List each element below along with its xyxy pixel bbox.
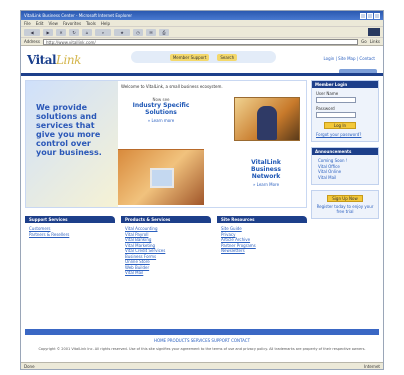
- password-label: Password: [316, 106, 335, 111]
- section-site-resources: Site Resources Site Guide Privacy Articl…: [217, 216, 307, 276]
- home-button[interactable]: ⌂: [82, 28, 92, 36]
- promo1-learn-more[interactable]: » Learn more: [126, 118, 196, 123]
- refresh-button[interactable]: ↻: [69, 28, 79, 36]
- menu-edit[interactable]: Edit: [36, 21, 44, 26]
- footer-copyright: Copyright © 2001 VitalLink Inc. All righ…: [38, 347, 366, 351]
- address-input[interactable]: http://www.vitallink.com/: [42, 38, 359, 45]
- header-links[interactable]: Login | Site Map | Contact: [323, 56, 375, 61]
- list-item[interactable]: Newsletters: [221, 248, 307, 254]
- hero-left-panel: We provide solutions and services that g…: [26, 81, 118, 207]
- header-nav-pill: Member Support Search: [131, 51, 276, 63]
- list-item[interactable]: Vital Mail: [318, 175, 374, 181]
- right-column: Member Login User Name Password Log In F…: [311, 80, 379, 276]
- hero-intro: Welcome to VitalLink, a small business e…: [121, 84, 223, 89]
- hero-right-panel: Welcome to VitalLink, a small business e…: [118, 81, 306, 207]
- search-button-site[interactable]: Search: [217, 53, 238, 61]
- menu-bar: File Edit View Favorites Tools Help: [21, 20, 383, 27]
- stop-button[interactable]: ✕: [56, 28, 66, 36]
- section-title: Site Resources: [217, 216, 307, 223]
- forgot-password-link[interactable]: Forgot your password?: [312, 129, 378, 137]
- menu-view[interactable]: View: [48, 21, 58, 26]
- link-sections: Support Services Customers Partners & Re…: [25, 216, 307, 276]
- search-button[interactable]: ⌕: [95, 28, 111, 36]
- minimize-button[interactable]: [360, 12, 366, 19]
- list-item[interactable]: Partners & Resellers: [29, 232, 115, 238]
- main-column: We provide solutions and services that g…: [25, 80, 307, 276]
- hero-banner: We provide solutions and services that g…: [25, 80, 307, 208]
- computer-photo: [118, 149, 204, 205]
- window-title: VitalLink Business Center - Microsoft In…: [24, 13, 132, 18]
- status-text: Done: [24, 363, 35, 369]
- address-label: Address: [24, 39, 40, 44]
- header-tab: [339, 69, 377, 73]
- person-figure: [257, 106, 277, 140]
- hero-headline: We provide solutions and services that g…: [36, 103, 102, 157]
- promo1-title: Industry Specific Solutions: [132, 102, 190, 116]
- login-button[interactable]: Log In: [324, 122, 356, 129]
- footer-bar: [25, 329, 379, 335]
- page-content: We provide solutions and services that g…: [21, 76, 383, 276]
- address-bar: Address http://www.vitallink.com/ Go Lin…: [21, 38, 383, 46]
- logo-accent: Link: [56, 52, 81, 67]
- browser-toolbar: ◀ ▶ ✕ ↻ ⌂ ⌕ ★ ◷ ✉ ⎙: [21, 27, 383, 38]
- history-button[interactable]: ◷: [133, 28, 143, 36]
- footer-links[interactable]: HOME PRODUCTS SERVICES SUPPORT CONTACT: [21, 338, 383, 343]
- member-support-button[interactable]: Member Support: [169, 53, 210, 61]
- promo-industry-solutions[interactable]: Now see Industry Specific Solutions » Le…: [126, 97, 196, 123]
- browser-logo-icon: [368, 28, 380, 36]
- site-footer: HOME PRODUCTS SERVICES SUPPORT CONTACT C…: [21, 329, 383, 352]
- login-title: Member Login: [312, 81, 378, 88]
- browser-window: VitalLink Business Center - Microsoft In…: [20, 10, 384, 370]
- menu-file[interactable]: File: [24, 21, 31, 26]
- username-label: User Name: [316, 91, 339, 96]
- password-input[interactable]: [316, 112, 356, 118]
- login-panel: Member Login User Name Password Log In F…: [311, 80, 379, 142]
- promo2-learn-more[interactable]: » Learn More: [236, 182, 296, 187]
- signup-text[interactable]: Register today to enjoy your free trial: [316, 204, 374, 214]
- monitor-figure: [150, 168, 174, 188]
- print-button[interactable]: ⎙: [159, 28, 169, 36]
- favorites-button[interactable]: ★: [114, 28, 130, 36]
- announcements-title: Announcements: [312, 148, 378, 155]
- section-products-services: Products & Services Vital Accounting Vit…: [121, 216, 211, 276]
- vitallink-logo[interactable]: VitalLink: [27, 53, 81, 67]
- go-button[interactable]: Go: [361, 39, 367, 44]
- logo-main: Vital: [27, 52, 57, 67]
- status-zone: Internet: [364, 363, 380, 369]
- status-bar: Done Internet: [21, 362, 383, 369]
- signup-button[interactable]: Sign Up Now: [327, 195, 363, 202]
- mail-button[interactable]: ✉: [146, 28, 156, 36]
- list-item[interactable]: Vital Mail: [125, 270, 211, 276]
- close-button[interactable]: [374, 12, 380, 19]
- links-button[interactable]: Links: [370, 39, 380, 44]
- promo-business-network[interactable]: VitalLink Business Network » Learn More: [236, 159, 296, 187]
- menu-favorites[interactable]: Favorites: [63, 21, 81, 26]
- promo2-title: VitalLink Business Network: [251, 159, 281, 180]
- back-button[interactable]: ◀: [24, 28, 40, 36]
- site-header: VitalLink Member Support Search Login | …: [21, 46, 383, 76]
- signup-promo: Sign Up Now Register today to enjoy your…: [311, 190, 379, 219]
- section-support-services: Support Services Customers Partners & Re…: [25, 216, 115, 276]
- title-bar: VitalLink Business Center - Microsoft In…: [21, 11, 383, 20]
- maximize-button[interactable]: [367, 12, 373, 19]
- section-title: Support Services: [25, 216, 115, 223]
- menu-help[interactable]: Help: [101, 21, 110, 26]
- forward-button[interactable]: ▶: [43, 28, 53, 36]
- businessman-photo: [234, 97, 300, 141]
- section-title: Products & Services: [121, 216, 211, 223]
- announcements-panel: Announcements Coming Soon ! Vital Office…: [311, 147, 379, 185]
- menu-tools[interactable]: Tools: [86, 21, 96, 26]
